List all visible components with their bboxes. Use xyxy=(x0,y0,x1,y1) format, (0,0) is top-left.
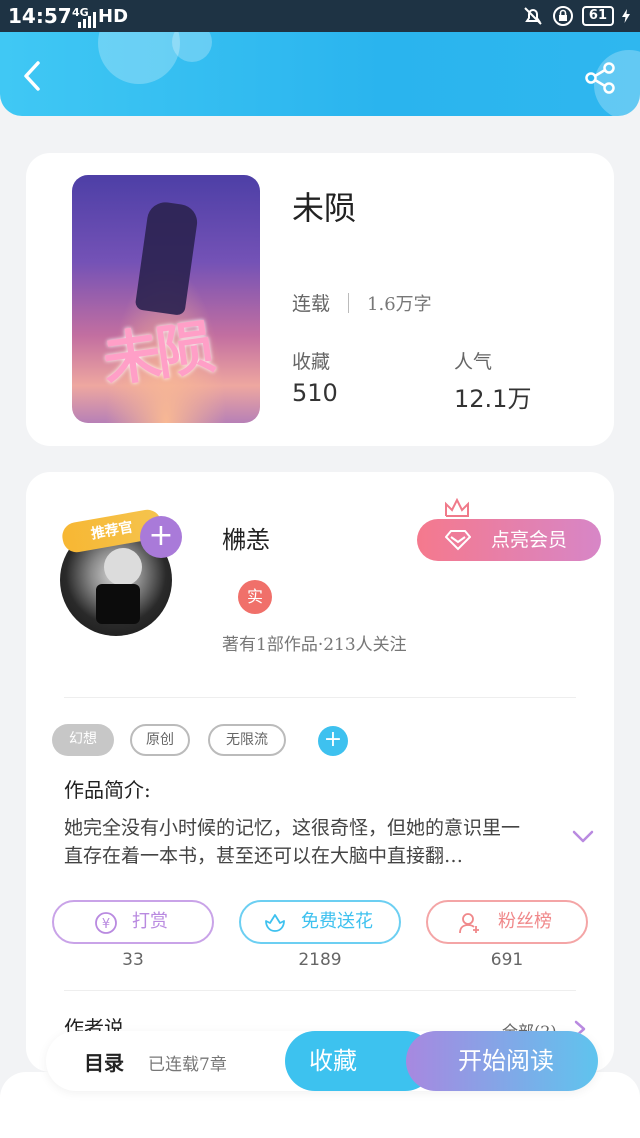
book-title: 未陨 xyxy=(292,189,357,227)
divider xyxy=(64,990,576,991)
send-flower-label: 免费送花 xyxy=(301,911,373,932)
signal-icon xyxy=(78,12,96,28)
author-stats: 著有1部作品·213人关注 xyxy=(222,635,407,655)
chevron-down-icon[interactable] xyxy=(572,830,594,844)
lock-rotation-icon xyxy=(552,6,573,26)
decor-bubble xyxy=(172,32,212,62)
header-bar xyxy=(0,32,640,116)
popularity-label: 人气 xyxy=(454,351,493,373)
cover-figure xyxy=(134,200,200,316)
tip-label: 打赏 xyxy=(132,911,168,932)
follow-plus-button[interactable]: + xyxy=(140,516,182,558)
book-info-card: 未陨 未陨 连载 1.6万字 收藏 510 人气 12.1万 xyxy=(26,153,614,446)
book-status: 连载 xyxy=(292,293,331,315)
toc-button[interactable]: 目录 xyxy=(84,1047,124,1076)
diamond-icon xyxy=(445,530,471,551)
popularity-value: 12.1万 xyxy=(454,385,532,413)
battery-indicator: 61 xyxy=(581,6,614,26)
chapters-label[interactable]: 已连载7章 xyxy=(148,1050,227,1075)
flower-count: 2189 xyxy=(298,950,342,970)
synopsis-title: 作品简介: xyxy=(64,778,151,802)
crown-icon xyxy=(445,498,469,517)
share-icon[interactable] xyxy=(584,62,616,94)
book-detail-card: 推荐官 + 梻恙 实 著有1部作品·213人关注 点亮会员 幻想 原创 无限流 … xyxy=(26,472,614,1072)
status-time: 14:57 xyxy=(8,4,72,28)
book-meta: 连载 1.6万字 xyxy=(292,289,432,316)
tip-button[interactable]: ¥ 打赏 xyxy=(52,900,214,944)
back-arrow-icon[interactable] xyxy=(18,60,48,92)
cover-title: 未陨 xyxy=(98,312,215,396)
tag-infinite-flow[interactable]: 无限流 xyxy=(208,724,286,756)
send-flower-button[interactable]: 免费送花 xyxy=(239,900,401,944)
fans-icon xyxy=(459,913,479,934)
member-button[interactable]: 点亮会员 xyxy=(417,519,601,561)
synopsis-text: 她完全没有小时候的记忆，这很奇怪，但她的意识里一直存在着一本书，甚至还可以在大脑… xyxy=(64,817,521,867)
bottom-action-bar: 目录 已连载7章 收藏 开始阅读 xyxy=(46,1031,598,1091)
tip-count: 33 xyxy=(122,950,144,970)
collect-label: 收藏 xyxy=(292,351,331,373)
add-tag-button[interactable]: + xyxy=(318,726,348,756)
avatar-face xyxy=(104,548,142,586)
tag-fantasy[interactable]: 幻想 xyxy=(52,724,114,756)
fans-rank-label: 粉丝榜 xyxy=(498,911,552,932)
status-bar: 14:57 4G HD 61 xyxy=(0,0,640,32)
author-name[interactable]: 梻恙 xyxy=(222,520,270,555)
decor-bubble xyxy=(98,32,180,84)
status-right-icons: 61 xyxy=(522,5,630,27)
meta-divider xyxy=(348,292,350,313)
hd-label: HD xyxy=(98,6,129,27)
flower-icon xyxy=(265,914,285,932)
yuan-icon: ¥ xyxy=(95,912,117,934)
collect-value: 510 xyxy=(292,379,338,407)
charging-icon xyxy=(622,9,630,23)
verified-badge: 实 xyxy=(238,580,272,614)
avatar-phone xyxy=(96,584,140,624)
fans-rank-button[interactable]: 粉丝榜 xyxy=(426,900,588,944)
fans-count: 691 xyxy=(490,950,524,970)
divider xyxy=(64,697,576,698)
svg-text:¥: ¥ xyxy=(102,917,110,932)
mute-bell-icon xyxy=(524,7,542,25)
member-button-label: 点亮会员 xyxy=(491,529,568,551)
book-word-count: 1.6万字 xyxy=(367,293,432,315)
book-cover[interactable]: 未陨 xyxy=(72,175,260,423)
tag-original[interactable]: 原创 xyxy=(130,724,190,756)
start-reading-button[interactable]: 开始阅读 xyxy=(406,1031,598,1091)
